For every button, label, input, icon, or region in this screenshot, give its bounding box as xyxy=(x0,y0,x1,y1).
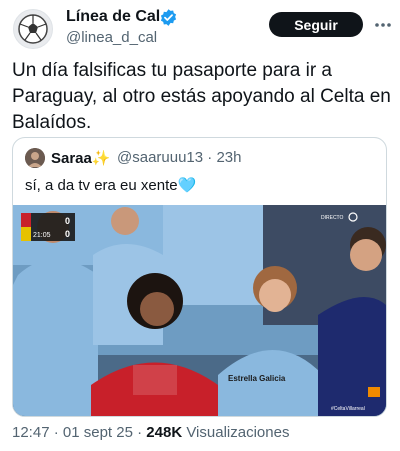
tweet-date[interactable]: 01 sept 25 xyxy=(63,424,133,441)
avatar[interactable] xyxy=(13,9,53,49)
broadcast-hashtag: #CeltaVillarreal xyxy=(331,406,365,412)
home-score: 0 xyxy=(65,216,70,226)
more-options-icon[interactable] xyxy=(373,17,393,33)
tweet-text: Un día falsificas tu pasaporte para ir a… xyxy=(12,60,391,133)
live-channel-mark: DIRECTO xyxy=(321,215,344,221)
tweet-time[interactable]: 12:47 xyxy=(12,424,50,441)
broadcaster-logo-icon xyxy=(368,387,380,397)
views-count[interactable]: 248K xyxy=(146,424,182,441)
tweet-meta: 12:47 · 01 sept 25 · 248K Visualizacione… xyxy=(12,424,290,441)
sponsor-text: Estrella Galicia xyxy=(228,374,286,383)
sparkles-emoji: ✨ xyxy=(91,150,111,167)
author-handle[interactable]: @linea_d_cal xyxy=(66,29,157,46)
scoreboard-time: 21:05 xyxy=(33,232,51,239)
quoted-avatar[interactable] xyxy=(25,148,45,168)
quoted-author-name[interactable]: Saraa✨ xyxy=(51,149,111,167)
quoted-tweet-card[interactable]: Saraa✨ @saaruuu13 · 23h sí, a da tv era … xyxy=(12,137,387,417)
soccer-ball-logo-icon xyxy=(18,14,48,44)
quoted-handle-line[interactable]: @saaruuu13 · 23h xyxy=(117,149,242,166)
away-score: 0 xyxy=(65,229,70,239)
verified-badge-icon xyxy=(159,8,178,27)
views-label: Visualizaciones xyxy=(186,424,290,441)
light-blue-heart-emoji: 🩵 xyxy=(177,177,197,194)
quoted-tweet-text: sí, a da tv era eu xente🩵 xyxy=(25,177,197,194)
stadium-photo: 21:05 0 0 DIRECTO Estrella Galicia #Celt… xyxy=(13,205,386,416)
display-name[interactable]: Línea de Cal xyxy=(66,8,160,26)
quoted-tweet-media[interactable]: 21:05 0 0 DIRECTO Estrella Galicia #Celt… xyxy=(13,205,386,416)
follow-button[interactable]: Seguir xyxy=(269,12,363,37)
